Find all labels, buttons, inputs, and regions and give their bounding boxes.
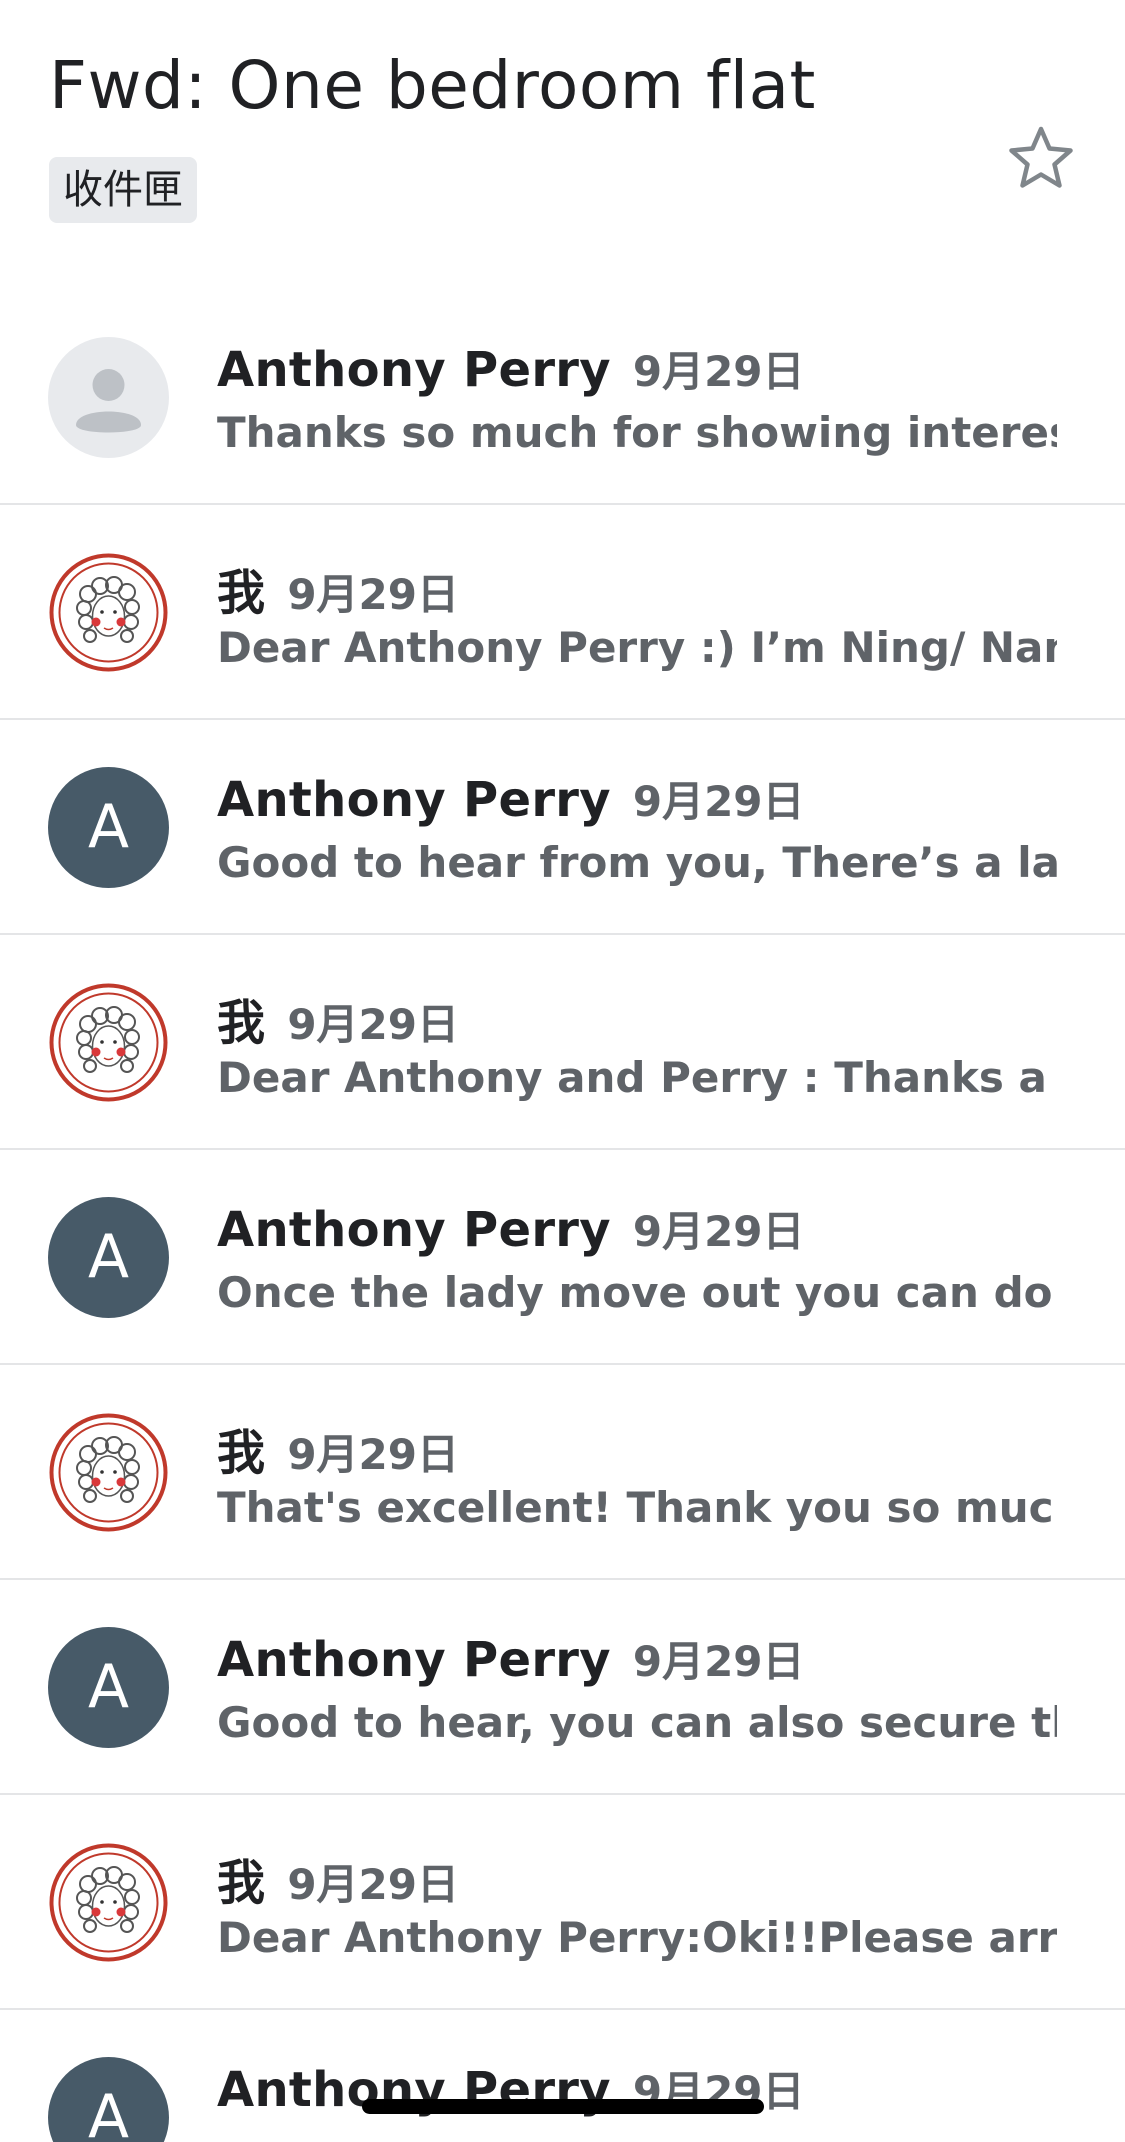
letter-avatar: A bbox=[48, 1627, 169, 1748]
thread-subject: Fwd: One bedroom flat bbox=[49, 47, 816, 124]
email-thread-screen: Fwd: One bedroom flat 收件匣 Anthony Perry 9… bbox=[0, 0, 1125, 2142]
user-photo-avatar bbox=[48, 552, 169, 673]
message-list: Anthony Perry 9月29日 Thanks so much for sh… bbox=[0, 290, 1125, 2142]
message-snippet: Good to hear from you, There’s a lady in… bbox=[217, 838, 1057, 887]
letter-avatar: A bbox=[48, 1197, 169, 1318]
message-snippet: Dear Anthony Perry:Oki!!Please arrang... bbox=[217, 1913, 1057, 1962]
inbox-label-chip[interactable]: 收件匣 bbox=[49, 157, 197, 223]
sender-name: Anthony Perry bbox=[217, 772, 611, 828]
letter-avatar: A bbox=[48, 2057, 169, 2142]
sender-line: 我 9月29日 bbox=[217, 983, 459, 1051]
message-row[interactable]: A Anthony Perry 9月29日 bbox=[0, 2010, 1125, 2142]
sender-line: 我 9月29日 bbox=[217, 1843, 459, 1911]
message-date: 9月29日 bbox=[287, 1860, 459, 1909]
message-snippet: Once the lady move out you can do a pr..… bbox=[217, 1268, 1057, 1317]
star-icon[interactable] bbox=[1007, 124, 1075, 192]
message-date: 9月29日 bbox=[287, 1000, 459, 1049]
message-snippet: Dear Anthony Perry :) I’m Ning/ Nancy!..… bbox=[217, 623, 1057, 672]
sender-name: Anthony Perry bbox=[217, 1202, 611, 1258]
message-snippet: Thanks so much for showing interest in..… bbox=[217, 408, 1057, 457]
message-row[interactable]: A Anthony Perry 9月29日 Good to hear, you c… bbox=[0, 1580, 1125, 1795]
thread-header: Fwd: One bedroom flat 收件匣 bbox=[0, 0, 1125, 290]
message-date: 9月29日 bbox=[287, 1430, 459, 1479]
sender-name: Anthony Perry bbox=[217, 342, 611, 398]
user-photo-avatar bbox=[48, 1842, 169, 1963]
message-date: 9月29日 bbox=[632, 347, 805, 396]
message-row[interactable]: A Anthony Perry 9月29日 Once the lady move … bbox=[0, 1150, 1125, 1365]
sender-name: 我 bbox=[217, 995, 266, 1051]
message-snippet: That's excellent! Thank you so much An..… bbox=[217, 1483, 1057, 1532]
default-avatar-icon bbox=[48, 337, 169, 458]
sender-name: 我 bbox=[217, 1855, 266, 1911]
letter-avatar: A bbox=[48, 767, 169, 888]
sender-line: Anthony Perry 9月29日 bbox=[217, 1628, 805, 1688]
message-row[interactable]: 我 9月29日 Dear Anthony and Perry : Thanks a… bbox=[0, 935, 1125, 1150]
message-date: 9月29日 bbox=[632, 1207, 805, 1256]
sender-line: Anthony Perry 9月29日 bbox=[217, 768, 805, 828]
user-photo-avatar bbox=[48, 982, 169, 1103]
message-date: 9月29日 bbox=[632, 1637, 805, 1686]
message-row[interactable]: Anthony Perry 9月29日 Thanks so much for sh… bbox=[0, 290, 1125, 505]
sender-name: 我 bbox=[217, 1425, 266, 1481]
message-row[interactable]: 我 9月29日 That's excellent! Thank you so mu… bbox=[0, 1365, 1125, 1580]
sender-line: 我 9月29日 bbox=[217, 553, 459, 621]
message-snippet: Good to hear, you can also secure the fl… bbox=[217, 1698, 1057, 1747]
sender-line: 我 9月29日 bbox=[217, 1413, 459, 1481]
sender-line: Anthony Perry 9月29日 bbox=[217, 1198, 805, 1258]
message-date: 9月29日 bbox=[632, 777, 805, 826]
message-date: 9月29日 bbox=[287, 570, 459, 619]
user-photo-avatar bbox=[48, 1412, 169, 1533]
sender-line: Anthony Perry 9月29日 bbox=[217, 338, 805, 398]
sender-name: Anthony Perry bbox=[217, 1632, 611, 1688]
message-row[interactable]: A Anthony Perry 9月29日 Good to hear from y… bbox=[0, 720, 1125, 935]
message-snippet: Dear Anthony and Perry : Thanks a lot! :… bbox=[217, 1053, 1057, 1102]
message-row[interactable]: 我 9月29日 Dear Anthony Perry :) I’m Ning/ N… bbox=[0, 505, 1125, 720]
home-indicator[interactable] bbox=[362, 2099, 764, 2114]
message-row[interactable]: 我 9月29日 Dear Anthony Perry:Oki!!Please ar… bbox=[0, 1795, 1125, 2010]
sender-name: 我 bbox=[217, 565, 266, 621]
